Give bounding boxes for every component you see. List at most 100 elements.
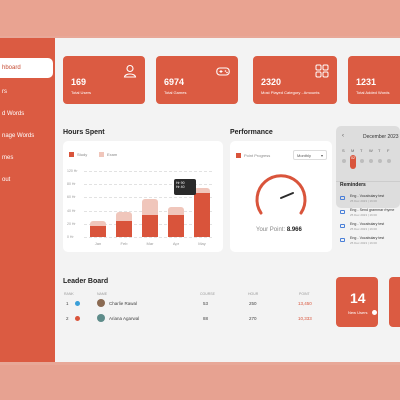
calendar-dates: 02 <box>342 155 400 169</box>
mail-icon <box>340 210 345 214</box>
bar-exam[interactable] <box>90 220 106 226</box>
header-name: NAME <box>97 292 108 296</box>
y-tick-label: 20 Hr <box>67 221 76 226</box>
medal-icon <box>75 301 80 306</box>
reminder-text: Eng - Vocabulary test <box>350 194 385 198</box>
bar-exam[interactable] <box>168 206 184 215</box>
stat-label: Total Games <box>164 90 187 95</box>
stat-card-category[interactable]: 2320 Most Played Category - Amounts <box>253 56 337 104</box>
stat-card-words[interactable]: 1231 Total Added Words <box>348 56 400 104</box>
performance-gauge <box>255 174 307 215</box>
avatar <box>97 299 105 307</box>
x-tick-label: May <box>198 241 206 246</box>
course-cell: 53 <box>203 301 209 306</box>
stat-card-games[interactable]: 6974 Total Games <box>156 56 238 104</box>
point-progress-legend: Point Progress <box>236 153 270 158</box>
calendar-month: December 2023 <box>363 134 399 140</box>
y-tick-label: 80 Hr <box>67 182 76 187</box>
calendar-date[interactable] <box>387 159 391 163</box>
stat-label: Total Added Words <box>356 90 390 95</box>
tile-label: New Users <box>348 310 368 315</box>
header-hour: HOUR <box>248 292 259 296</box>
background-top <box>0 0 400 36</box>
calendar-date[interactable] <box>378 159 382 163</box>
name-cell: Charlie Rawal <box>109 301 138 306</box>
reminder-item[interactable]: Eng - Send grammar rhyme 25 Dec 2023 | 16… <box>340 208 400 220</box>
stat-card-users[interactable]: 169 Total Users <box>63 56 145 104</box>
stat-value: 2320 <box>261 77 282 87</box>
legend-label: Exam <box>107 152 118 157</box>
sidebar-item-add-words[interactable]: d Words <box>0 104 55 124</box>
sidebar-item-games[interactable]: mes <box>0 148 55 168</box>
sidebar-item-dashboard[interactable]: hboard <box>0 58 53 78</box>
performance-panel: Point Progress Monthly ▾ Your Point: 8.96… <box>230 141 332 252</box>
weekday-label: S <box>342 148 345 153</box>
legend-swatch <box>236 153 241 158</box>
legend-label: Study <box>77 152 88 157</box>
reminder-item[interactable]: Eng - Vocabulary test 25 Dec 2023 | 16:00 <box>340 194 400 206</box>
calendar-date[interactable]: 02 <box>350 155 356 169</box>
bar-study[interactable] <box>168 215 184 237</box>
tile-indicator <box>372 310 377 315</box>
sidebar: hboard rs d Words nage Words mes out <box>0 38 55 362</box>
tooltip-exam: Hr 40 <box>176 185 185 189</box>
performance-title: Performance <box>230 129 273 136</box>
grid-line <box>84 171 212 172</box>
background-bottom <box>0 365 400 400</box>
legend-swatch <box>99 152 104 157</box>
bar-exam[interactable] <box>142 198 158 215</box>
bar-study[interactable] <box>90 226 106 237</box>
bar-study[interactable] <box>116 220 132 237</box>
stat-value: 6974 <box>164 77 185 87</box>
period-dropdown[interactable]: Monthly ▾ <box>293 150 327 160</box>
header-course: COURSE <box>200 292 215 296</box>
weekday-label: T <box>360 148 363 153</box>
new-users-tile[interactable]: 14 New Users <box>336 277 378 327</box>
stat-label: Most Played Category - Amounts <box>261 90 320 95</box>
points-value: 8.966 <box>286 227 302 233</box>
calendar-date[interactable] <box>342 159 346 163</box>
bar-exam[interactable] <box>116 212 132 221</box>
mail-icon <box>340 238 345 242</box>
grid-icon <box>315 64 329 78</box>
reminder-text: Eng - Vocabulary test <box>350 222 385 226</box>
sidebar-item-users[interactable]: rs <box>0 82 55 102</box>
y-tick-label: 120 Hr <box>67 169 78 173</box>
gauge-arc <box>255 174 307 215</box>
x-tick-label: Jan <box>94 241 102 246</box>
rank-cell: 1 <box>66 301 69 306</box>
gauge-needle <box>280 192 294 199</box>
x-tick-label: Mar <box>146 241 154 246</box>
chevron-down-icon: ▾ <box>320 153 323 158</box>
legend-swatch <box>69 152 74 157</box>
calendar-date[interactable] <box>360 159 364 163</box>
reminders-title: Reminders <box>340 182 366 188</box>
stat-value: 1231 <box>356 77 377 87</box>
gamepad-icon <box>216 67 230 76</box>
calendar-weekdays: SMTWTF <box>342 148 400 154</box>
weekday-label: T <box>378 148 381 153</box>
reminder-item[interactable]: Eng - Vocabulary test 25 Dec 2023 | 16:00 <box>340 222 400 234</box>
hour-cell: 250 <box>249 301 257 306</box>
reminder-item[interactable]: Eng - Vocabulary test 25 Dec 2023 | 16:00 <box>340 236 400 248</box>
chevron-left-icon[interactable]: ‹ <box>342 133 344 139</box>
legend-exam: Exam <box>99 152 117 157</box>
chart-tooltip: Hr 90 Hr 40 <box>174 179 196 195</box>
bar-study[interactable] <box>194 193 210 237</box>
sidebar-item-manage-words[interactable]: nage Words <box>0 126 55 146</box>
tile-partial[interactable] <box>389 277 400 327</box>
weekday-label: F <box>387 148 390 153</box>
stat-value: 169 <box>71 77 87 87</box>
hour-cell: 270 <box>249 316 257 321</box>
bar-study[interactable] <box>142 215 158 237</box>
sidebar-item-logout[interactable]: out <box>0 170 55 190</box>
reminder-date: 25 Dec 2023 | 16:00 <box>350 227 377 231</box>
legend-study: Study <box>69 152 87 157</box>
calendar-date[interactable] <box>369 159 373 163</box>
legend-label: Point Progress <box>244 153 271 158</box>
bar-exam[interactable] <box>194 187 210 193</box>
hours-chart-panel: Study Exam 120 Hr 80 Hr 60 Hr 40 Hr 20 Hr 0 H… <box>63 141 223 252</box>
x-tick-label: Apr <box>172 241 180 246</box>
header-rank: RANK <box>64 292 74 296</box>
hours-spent-title: Hours Spent <box>63 129 105 136</box>
